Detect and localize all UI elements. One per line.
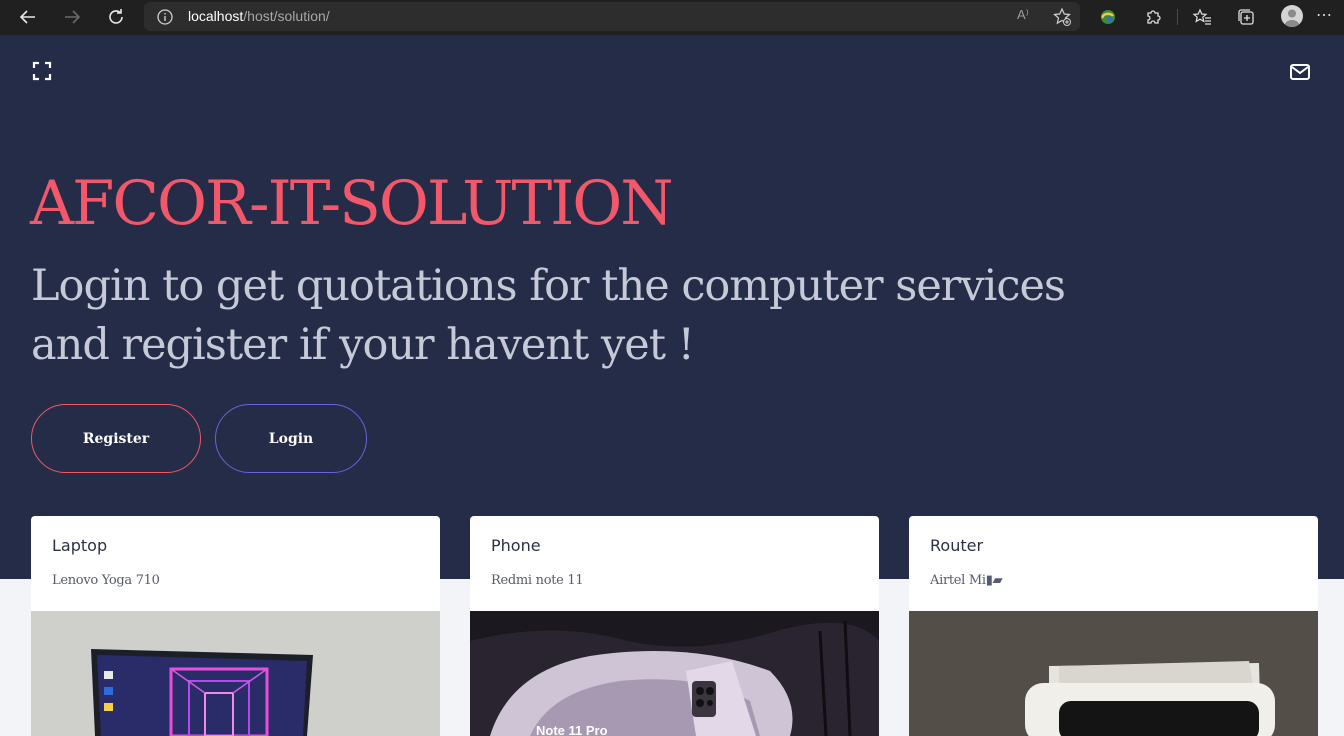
card-title: Phone xyxy=(491,536,541,555)
mail-icon[interactable] xyxy=(1289,63,1311,81)
service-card-phone[interactable]: Phone Redmi note 11 Note 11 Pro xyxy=(470,516,879,736)
card-subtitle: Lenovo Yoga 710 xyxy=(52,573,160,588)
url-host: localhost xyxy=(188,8,244,24)
card-title: Laptop xyxy=(52,536,108,555)
collections-button[interactable] xyxy=(1235,6,1257,28)
more-menu-icon[interactable]: ⋯ xyxy=(1316,5,1333,25)
back-button[interactable] xyxy=(16,6,40,28)
favorites-button[interactable] xyxy=(1191,6,1213,28)
refresh-button[interactable] xyxy=(104,6,128,28)
address-bar[interactable]: localhost/host/solution/ A⁾ xyxy=(144,2,1080,31)
extensions-button[interactable] xyxy=(1142,6,1164,28)
forward-button[interactable] xyxy=(60,6,84,28)
phone-image-caption: Note 11 Pro xyxy=(536,723,608,736)
card-title: Router xyxy=(930,536,984,555)
phone-image: Note 11 Pro xyxy=(470,611,879,736)
info-icon[interactable] xyxy=(156,8,174,26)
card-subtitle: Airtel Mi▮▰ xyxy=(930,573,1003,588)
puzzle-icon xyxy=(1147,10,1161,24)
color-extension-icon xyxy=(1101,10,1115,24)
hero-section: AFCOR-IT-SOLUTION Login to get quotation… xyxy=(0,35,1344,579)
collections-icon xyxy=(1238,9,1254,25)
read-aloud-icon[interactable]: A⁾ xyxy=(1017,7,1029,23)
browser-toolbar: localhost/host/solution/ A⁾ ⋯ xyxy=(0,0,1344,35)
favorites-icon xyxy=(1192,8,1211,25)
service-card-router[interactable]: Router Airtel Mi▮▰ xyxy=(909,516,1318,736)
back-arrow-icon xyxy=(19,10,35,24)
url-path: /host/solution/ xyxy=(243,8,330,24)
extension-button[interactable] xyxy=(1097,6,1119,28)
toolbar-divider xyxy=(1177,9,1178,25)
user-icon xyxy=(1284,9,1300,27)
card-subtitle: Redmi note 11 xyxy=(491,573,584,588)
hero-tagline: Login to get quotations for the computer… xyxy=(31,261,1066,370)
brand-title: AFCOR-IT-SOLUTION xyxy=(30,168,674,239)
register-button[interactable]: Register xyxy=(31,404,201,473)
router-image xyxy=(909,611,1318,736)
fullscreen-icon[interactable] xyxy=(32,61,52,81)
refresh-icon xyxy=(109,9,123,24)
service-card-laptop[interactable]: Laptop Lenovo Yoga 710 xyxy=(31,516,440,736)
login-button[interactable]: Login xyxy=(215,404,367,473)
add-favorite-icon[interactable] xyxy=(1052,7,1072,27)
url-text[interactable]: localhost/host/solution/ xyxy=(188,8,330,24)
profile-avatar[interactable] xyxy=(1281,5,1303,27)
laptop-image xyxy=(31,611,440,736)
forward-arrow-icon xyxy=(65,10,81,24)
